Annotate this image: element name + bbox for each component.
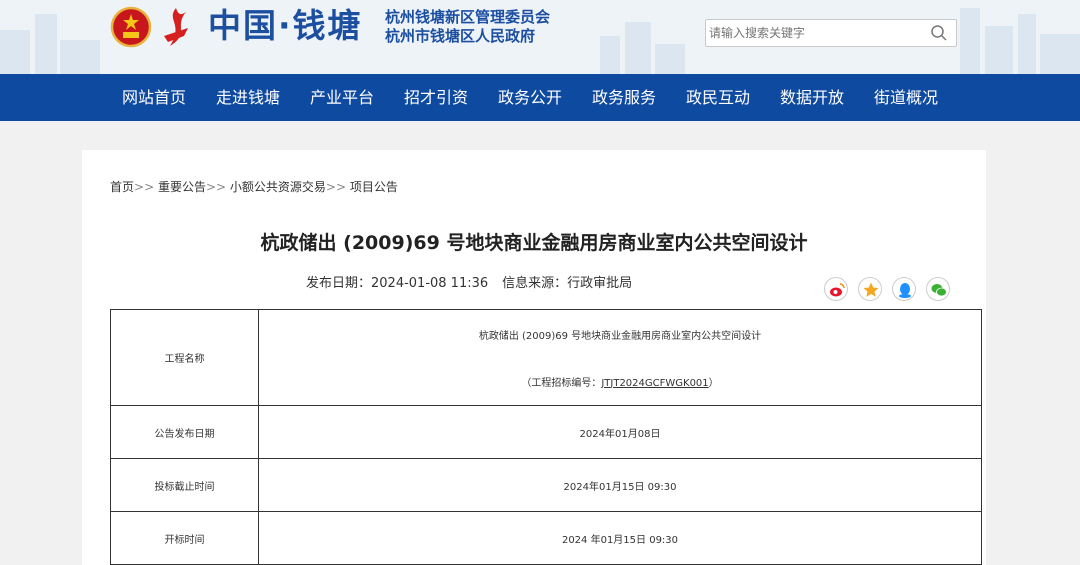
table-row: 工程名称 杭政储出 (2009)69 号地块商业金融用房商业室内公共空间设计 （… (110, 309, 982, 406)
table-value-cell: 2024年01月15日 09:30 (258, 458, 982, 512)
table-label-cell: 工程名称 (110, 309, 259, 406)
project-info-table: 工程名称 杭政储出 (2009)69 号地块商业金融用房商业室内公共空间设计 （… (110, 309, 982, 565)
org-line-2: 杭州市钱塘区人民政府 (385, 27, 536, 45)
nav-item-about[interactable]: 走进钱塘 (216, 74, 280, 121)
share-favorite-button[interactable] (858, 277, 882, 301)
org-line-1: 杭州钱塘新区管理委员会 (385, 8, 551, 26)
project-name: 杭政储出 (2009)69 号地块商业金融用房商业室内公共空间设计 (478, 330, 762, 342)
content-panel: 首页>> 重要公告>> 小额公共资源交易>> 项目公告 杭政储出 (2009)6… (82, 150, 986, 565)
breadcrumb-item-trading[interactable]: 小额公共资源交易 (230, 180, 326, 194)
main-nav: 网站首页 走进钱塘 产业平台 招才引资 政务公开 政务服务 政民互动 数据开放 … (0, 74, 1080, 121)
nav-item-interaction[interactable]: 政民互动 (686, 74, 750, 121)
article-title: 杭政储出 (2009)69 号地块商业金融用房商业室内公共空间设计 (260, 232, 808, 254)
nav-item-industry[interactable]: 产业平台 (310, 74, 374, 121)
nav-item-home[interactable]: 网站首页 (122, 74, 186, 121)
breadcrumb-separator: >> (205, 180, 227, 194)
share-wechat-button[interactable] (926, 277, 950, 301)
nav-item-streets[interactable]: 街道概况 (874, 74, 938, 121)
star-icon (863, 282, 879, 297)
nav-item-open-data[interactable]: 数据开放 (780, 74, 844, 121)
breadcrumb-item-project[interactable]: 项目公告 (350, 180, 398, 194)
table-value-cell: 2024年01月08日 (258, 405, 982, 459)
article-meta: 发布日期：2024-01-08 11:36 信息来源：行政审批局 (306, 272, 632, 291)
nav-item-talent[interactable]: 招才引资 (404, 74, 468, 121)
red-flame-logo-icon (164, 8, 188, 46)
table-label-cell: 开标时间 (110, 511, 259, 565)
breadcrumb-separator: >> (134, 180, 155, 194)
breadcrumb-item-notices[interactable]: 重要公告 (158, 180, 206, 194)
header: 中国·钱塘 杭州钱塘新区管理委员会 杭州市钱塘区人民政府 (0, 0, 1080, 74)
search-box (705, 19, 957, 47)
tender-code: JTJT2024GCFWGK001 (601, 377, 709, 389)
share-weibo-button[interactable] (824, 277, 848, 301)
breadcrumb-item-home[interactable]: 首页 (110, 180, 134, 194)
info-source: 信息来源：行政审批局 (502, 276, 633, 291)
national-emblem-icon (110, 6, 152, 48)
tender-code-prefix: （工程招标编号： (521, 377, 602, 389)
breadcrumb: 首页>> 重要公告>> 小额公共资源交易>> 项目公告 (110, 178, 398, 195)
weibo-icon (830, 283, 845, 297)
site-name[interactable]: 中国·钱塘 (208, 4, 363, 48)
org-name: 杭州钱塘新区管理委员会 杭州市钱塘区人民政府 (385, 8, 550, 46)
search-icon[interactable] (930, 24, 948, 42)
table-row: 开标时间 2024 年01月15日 09:30 (110, 511, 982, 565)
qq-icon (899, 283, 911, 298)
table-label-cell: 公告发布日期 (110, 405, 259, 459)
nav-item-gov-open[interactable]: 政务公开 (498, 74, 562, 121)
table-row: 投标截止时间 2024年01月15日 09:30 (110, 458, 982, 512)
table-value-cell: 杭政储出 (2009)69 号地块商业金融用房商业室内公共空间设计 （工程招标编… (258, 309, 982, 406)
breadcrumb-separator: >> (325, 180, 347, 194)
nav-item-gov-service[interactable]: 政务服务 (592, 74, 656, 121)
table-label-cell: 投标截止时间 (110, 458, 259, 512)
table-row: 公告发布日期 2024年01月08日 (110, 405, 982, 459)
publish-date: 发布日期：2024-01-08 11:36 (306, 276, 489, 291)
wechat-icon (931, 284, 947, 297)
tender-code-suffix: ） (708, 377, 719, 389)
search-input[interactable] (706, 20, 926, 46)
table-value-cell: 2024 年01月15日 09:30 (258, 511, 982, 565)
share-qq-button[interactable] (892, 277, 916, 301)
